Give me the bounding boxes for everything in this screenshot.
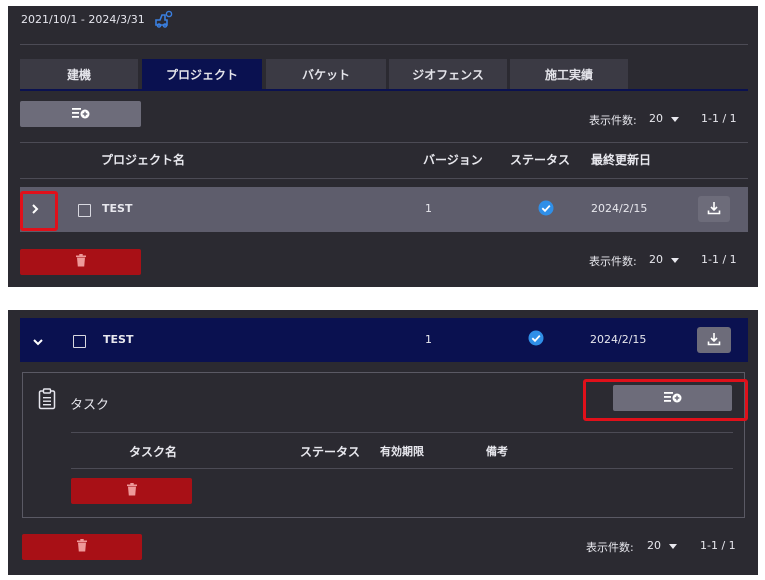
tab-geofence[interactable]: ジオフェンス — [389, 59, 507, 89]
page-size-select[interactable]: 20 — [647, 539, 677, 552]
page-size-value: 20 — [649, 112, 663, 125]
task-column-header-notes: 備考 — [486, 445, 508, 458]
column-header-name: プロジェクト名 — [101, 153, 186, 167]
column-header-version: バージョン — [423, 153, 483, 167]
divider — [20, 178, 748, 179]
tab-label: 建機 — [66, 67, 91, 82]
caret-down-icon — [670, 257, 679, 263]
task-column-header-expiry: 有効期限 — [380, 445, 424, 458]
divider — [20, 142, 748, 143]
tab-label: プロジェクト — [165, 67, 238, 82]
download-icon — [707, 332, 721, 349]
tab-buckets[interactable]: バケット — [266, 59, 386, 89]
task-column-header-name: タスク名 — [129, 445, 178, 459]
delete-button[interactable] — [22, 534, 142, 560]
caret-down-icon — [670, 116, 679, 122]
page-range: 1-1 / 1 — [701, 112, 737, 125]
page-size-select[interactable]: 20 — [649, 112, 679, 125]
trash-icon — [75, 254, 87, 270]
tab-results[interactable]: 施工実績 — [510, 59, 628, 89]
machine-settings-icon[interactable] — [153, 10, 173, 28]
trash-icon — [76, 539, 88, 555]
download-button[interactable] — [698, 196, 730, 222]
trash-icon — [126, 483, 138, 499]
project-list-panel: 2021/10/1 - 2024/3/31 建機 プロジェクト バケット ジオフ… — [8, 6, 758, 287]
page-size-label: 表示件数: — [589, 255, 637, 268]
divider — [71, 468, 733, 469]
column-header-updated: 最終更新日 — [591, 153, 652, 167]
add-task-highlight — [583, 379, 748, 421]
page-size-value: 20 — [647, 539, 661, 552]
tab-underline — [20, 89, 748, 91]
delete-task-button[interactable] — [71, 478, 192, 504]
check-circle-icon — [538, 200, 554, 219]
page-size-label: 表示件数: — [586, 541, 634, 554]
download-icon — [707, 201, 721, 218]
row-checkbox[interactable] — [78, 204, 91, 217]
page-range: 1-1 / 1 — [700, 539, 736, 552]
column-header-status: ステータス — [510, 153, 571, 167]
tab-projects[interactable]: プロジェクト — [142, 59, 262, 89]
task-column-header-status: ステータス — [300, 445, 361, 459]
table-row[interactable]: TEST 1 2024/2/15 — [20, 187, 748, 232]
add-project-button[interactable] — [20, 101, 141, 127]
add-list-icon — [71, 106, 91, 123]
divider — [71, 432, 733, 433]
caret-down-icon — [668, 543, 677, 549]
row-version: 1 — [425, 333, 432, 346]
page-size-select[interactable]: 20 — [649, 253, 679, 266]
page-size-label: 表示件数: — [589, 114, 637, 127]
row-name: TEST — [103, 333, 134, 346]
row-updated: 2024/2/15 — [591, 202, 648, 215]
check-circle-icon — [528, 330, 544, 349]
tab-machines[interactable]: 建機 — [20, 59, 138, 89]
tab-label: バケット — [301, 67, 350, 82]
table-row-expanded[interactable]: TEST 1 2024/2/15 — [20, 318, 748, 362]
expand-highlight — [20, 191, 58, 231]
divider — [20, 44, 748, 45]
page-size-value: 20 — [649, 253, 663, 266]
row-updated: 2024/2/15 — [590, 333, 647, 346]
tab-label: ジオフェンス — [412, 67, 484, 82]
row-name: TEST — [102, 202, 133, 215]
clipboard-icon — [38, 388, 56, 413]
page-range: 1-1 / 1 — [701, 253, 737, 266]
project-detail-panel: TEST 1 2024/2/15 タスク タスク名 ステータス 有効期限 備考 … — [8, 310, 758, 575]
delete-button[interactable] — [20, 249, 141, 275]
date-range: 2021/10/1 - 2024/3/31 — [21, 13, 145, 26]
row-checkbox[interactable] — [73, 335, 86, 348]
chevron-down-icon[interactable] — [32, 336, 44, 350]
download-button[interactable] — [697, 327, 731, 353]
task-section-title: タスク — [70, 398, 110, 413]
row-version: 1 — [425, 202, 432, 215]
tab-label: 施工実績 — [544, 67, 593, 82]
